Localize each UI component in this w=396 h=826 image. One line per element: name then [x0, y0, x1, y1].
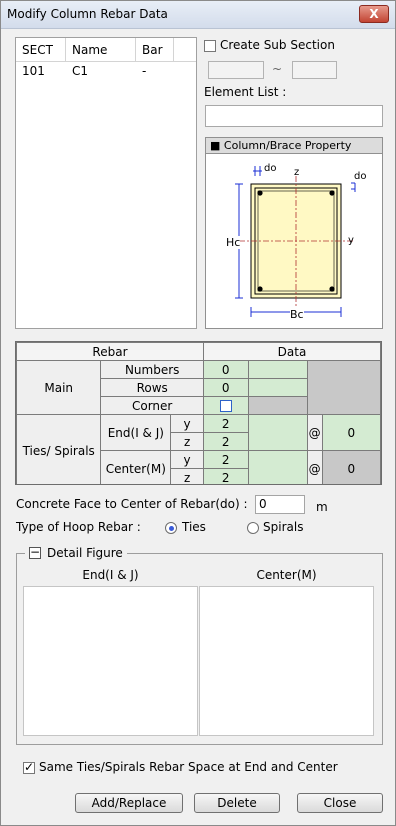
numbers-label: Numbers: [100, 360, 204, 379]
corner-checkbox-cell[interactable]: [202, 396, 249, 415]
detail-center-header: Center(M): [256, 568, 317, 582]
column-brace-property: ■ Column/Brace Property do do z y Hc Bc: [205, 137, 383, 329]
delete-button[interactable]: Delete: [194, 793, 280, 813]
create-sub-section-label: Create Sub Section: [220, 38, 335, 52]
do-top-label: do: [264, 163, 277, 174]
corner-label: Corner: [100, 396, 204, 415]
end-z-value[interactable]: 2: [202, 432, 249, 451]
close-window-button[interactable]: X: [359, 5, 389, 23]
end-label: End(I & J): [100, 414, 172, 451]
end-y-label: y: [170, 414, 204, 433]
rebar-dot: [329, 286, 335, 292]
rebar-table: Rebar Data Main Numbers 0 Rows 0 Corner: [15, 341, 382, 485]
detail-figure-legend: − Detail Figure: [25, 546, 127, 560]
hc-label: Hc: [226, 236, 241, 249]
end-y-value[interactable]: 2: [202, 414, 249, 433]
end-at: @: [306, 414, 323, 451]
element-list-input[interactable]: [205, 105, 383, 127]
detail-end-pane: [23, 586, 198, 736]
detail-end-header: End(I & J): [82, 568, 139, 582]
do-right-label: do: [354, 171, 367, 182]
spirals-radio[interactable]: [247, 522, 259, 534]
corner-extra: [247, 396, 308, 415]
y-axis-label: y: [348, 235, 354, 246]
rebar-header: Rebar: [16, 342, 204, 361]
ties-spirals-label: Ties/ Spirals: [16, 414, 102, 484]
concrete-face-unit: m: [316, 500, 328, 514]
end-z-label: z: [170, 432, 204, 451]
range-separator: ~: [272, 62, 283, 76]
rebar-dot: [257, 190, 263, 196]
col-name[interactable]: Name: [66, 38, 136, 61]
property-marker-icon: ■: [210, 139, 221, 152]
center-z-label: z: [170, 468, 204, 484]
element-list-label: Element List :: [204, 85, 287, 99]
add-replace-button[interactable]: Add/Replace: [75, 793, 183, 813]
sub-section-from-input[interactable]: [208, 61, 264, 79]
end-extra: [247, 414, 308, 451]
property-title: Column/Brace Property: [223, 139, 352, 152]
main-label: Main: [16, 360, 102, 415]
collapse-detail-icon[interactable]: −: [29, 546, 41, 559]
data-header: Data: [202, 342, 381, 361]
create-sub-section[interactable]: Create Sub Section: [204, 38, 335, 52]
title-bar: Modify Column Rebar Data X: [1, 1, 395, 29]
detail-figure-group: − Detail Figure End(I & J) Center(M): [16, 546, 383, 745]
bc-label: Bc: [290, 308, 304, 321]
center-label: Center(M): [100, 450, 172, 484]
rebar-dot: [257, 286, 263, 292]
col-sect[interactable]: SECT: [16, 38, 66, 61]
same-space-checkbox[interactable]: [23, 760, 35, 774]
corner-checkbox[interactable]: [219, 400, 232, 412]
concrete-face-input[interactable]: 0: [255, 495, 305, 514]
rebar-dot: [329, 190, 335, 196]
modify-column-rebar-dialog: Modify Column Rebar Data X SECT Name Bar…: [0, 0, 396, 826]
same-space-label: Same Ties/Spirals Rebar Space at End and…: [39, 760, 338, 774]
detail-figure-label: Detail Figure: [47, 546, 123, 560]
center-y-value[interactable]: 2: [202, 450, 249, 469]
ties-label[interactable]: Ties: [182, 520, 206, 534]
create-sub-section-checkbox[interactable]: [204, 39, 216, 52]
property-header: ■ Column/Brace Property: [206, 138, 382, 154]
close-button[interactable]: Close: [297, 793, 383, 813]
section-row[interactable]: 101 C1 -: [16, 62, 196, 80]
numbers-extra: [247, 360, 308, 379]
ties-radio[interactable]: [165, 522, 177, 534]
center-spacing-value[interactable]: 0: [321, 450, 381, 484]
rows-label: Rows: [100, 378, 204, 397]
same-space-option[interactable]: Same Ties/Spirals Rebar Space at End and…: [23, 760, 338, 774]
section-sect: 101: [22, 64, 45, 78]
dialog-title: Modify Column Rebar Data: [7, 7, 168, 21]
center-extra: [247, 450, 308, 484]
spirals-label[interactable]: Spirals: [263, 520, 303, 534]
center-z-value[interactable]: 2: [202, 468, 249, 484]
section-name: C1: [72, 64, 89, 78]
center-at: @: [306, 450, 323, 484]
hoop-type-label: Type of Hoop Rebar :: [16, 520, 141, 534]
rows-value[interactable]: 0: [202, 378, 249, 397]
detail-center-pane: [199, 586, 374, 736]
end-spacing-value[interactable]: 0: [321, 414, 381, 451]
col-bar[interactable]: Bar: [136, 38, 174, 61]
main-gray-area: [306, 360, 381, 415]
section-bar: -: [142, 64, 147, 78]
concrete-face-label: Concrete Face to Center of Rebar(do) :: [16, 497, 248, 511]
section-list[interactable]: SECT Name Bar 101 C1 -: [15, 37, 197, 329]
rows-extra: [247, 378, 308, 397]
z-axis-label: z: [294, 167, 300, 178]
section-list-header: SECT Name Bar: [16, 38, 196, 62]
numbers-value[interactable]: 0: [202, 360, 249, 379]
sub-section-to-input[interactable]: [292, 61, 337, 79]
center-y-label: y: [170, 450, 204, 469]
